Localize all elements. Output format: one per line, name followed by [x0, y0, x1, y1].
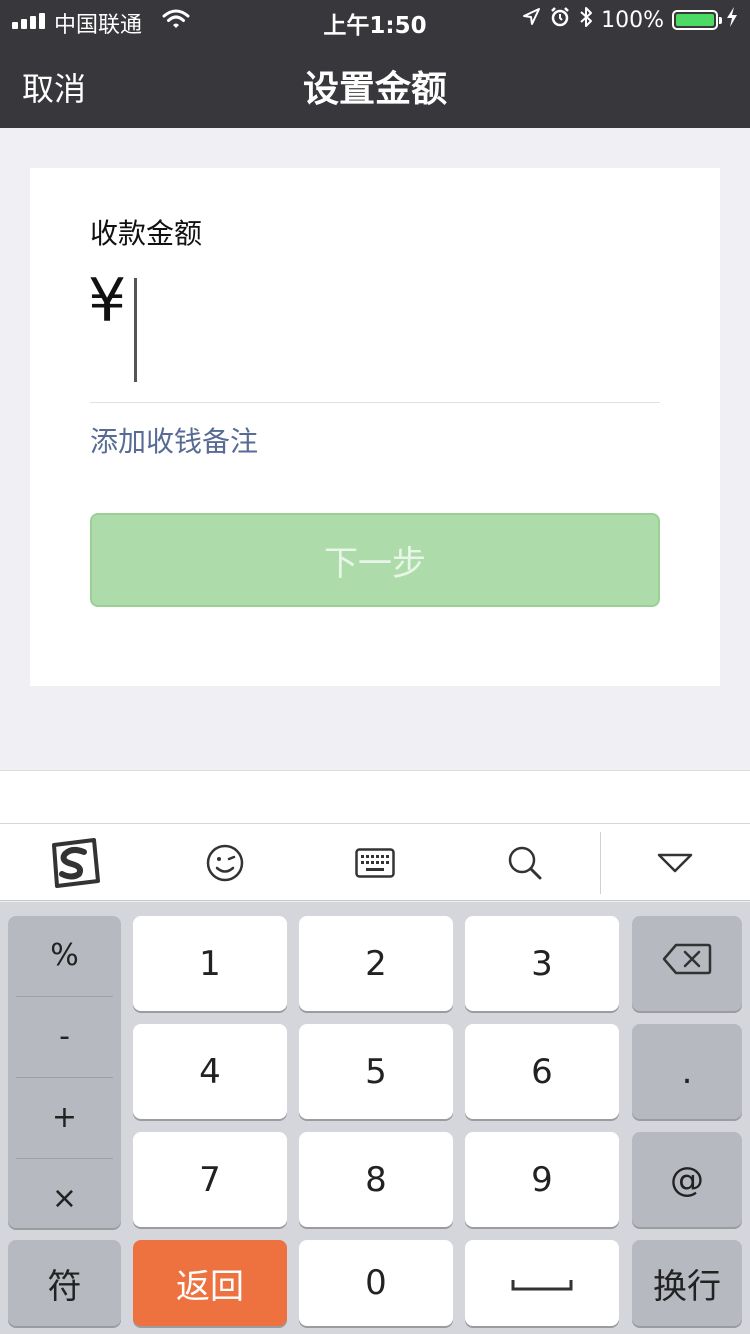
amount-label: 收款金额 [90, 217, 203, 250]
key-multiply[interactable]: × [8, 1159, 121, 1237]
keyboard-icon[interactable] [330, 824, 420, 902]
key-4[interactable]: 4 [133, 1024, 287, 1119]
collapse-keyboard-icon[interactable] [630, 824, 720, 902]
newline-key[interactable]: 换行 [632, 1240, 742, 1326]
key-percent[interactable]: % [8, 916, 121, 994]
key-0[interactable]: 0 [299, 1240, 453, 1326]
text-cursor [134, 278, 137, 382]
currency-symbol: ¥ [88, 266, 127, 336]
add-remark-link[interactable]: 添加收钱备注 [90, 420, 258, 460]
key-8[interactable]: 8 [299, 1132, 453, 1227]
top-bar: 中国联通 上午1:50 100% 取消 设置金额 [0, 0, 750, 128]
key-dot[interactable]: . [632, 1024, 742, 1119]
back-key[interactable]: 返回 [133, 1240, 287, 1326]
toolbar-separator [600, 832, 601, 894]
emoji-icon[interactable] [180, 824, 270, 902]
bluetooth-icon [579, 6, 593, 34]
sogou-logo-icon[interactable] [30, 824, 120, 902]
location-arrow-icon [521, 7, 541, 33]
key-5[interactable]: 5 [299, 1024, 453, 1119]
divider [90, 402, 660, 403]
amount-input[interactable] [134, 278, 654, 378]
symbol-key[interactable]: 符 [8, 1240, 121, 1326]
battery-icon [672, 10, 722, 30]
candidate-bar [0, 770, 750, 823]
next-button[interactable]: 下一步 [90, 513, 660, 607]
key-2[interactable]: 2 [299, 916, 453, 1011]
key-at[interactable]: @ [632, 1132, 742, 1227]
key-6[interactable]: 6 [465, 1024, 619, 1119]
key-9[interactable]: 9 [465, 1132, 619, 1227]
key-plus[interactable]: + [8, 1078, 121, 1156]
search-icon[interactable] [480, 824, 570, 902]
space-key[interactable] [465, 1240, 619, 1326]
symbol-column: % - + × [8, 916, 121, 1228]
charging-icon [726, 7, 738, 33]
status-bar: 中国联通 上午1:50 100% [0, 0, 750, 40]
key-1[interactable]: 1 [133, 916, 287, 1011]
backspace-icon [662, 943, 712, 984]
key-minus[interactable]: - [8, 997, 121, 1075]
key-7[interactable]: 7 [133, 1132, 287, 1227]
battery-percent: 100% [601, 7, 664, 33]
numeric-keyboard: % - + × 1 2 3 4 5 6 . 7 8 9 @ 符 返回 0 换行 [0, 902, 750, 1334]
page-title: 设置金额 [302, 69, 447, 110]
space-icon [510, 1263, 574, 1303]
key-3[interactable]: 3 [465, 916, 619, 1011]
status-right: 100% [521, 6, 738, 34]
alarm-icon [549, 6, 571, 34]
delete-key[interactable] [632, 916, 742, 1011]
amount-card: 收款金额 ¥ 添加收钱备注 下一步 [30, 168, 720, 686]
keyboard-toolbar [0, 823, 750, 901]
